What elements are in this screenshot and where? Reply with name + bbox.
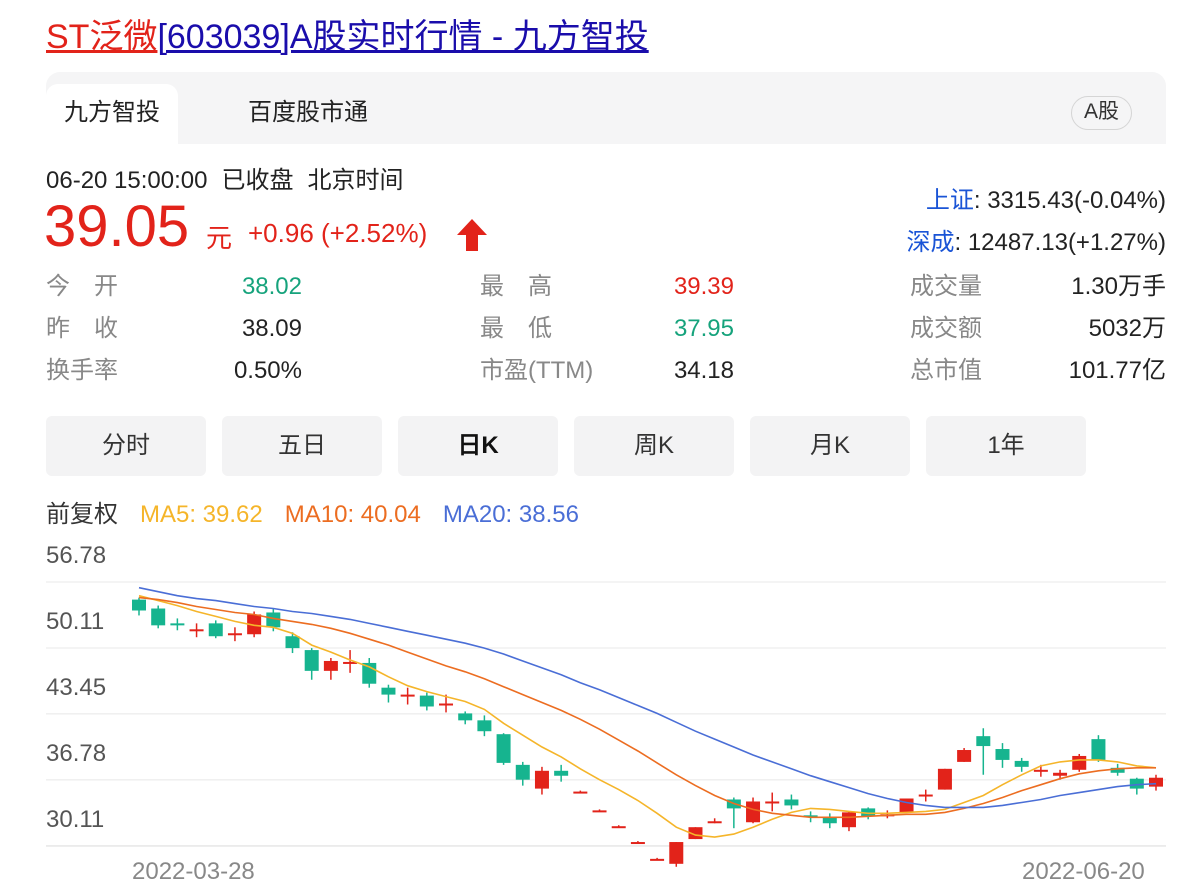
candle-body <box>669 842 684 864</box>
candle-body <box>323 660 338 671</box>
candle-body <box>573 791 588 794</box>
candle-body <box>630 842 645 845</box>
candle-body <box>937 768 952 790</box>
candle-body <box>1053 772 1068 776</box>
candle-body <box>957 750 972 762</box>
candle-body <box>189 629 204 632</box>
candle-body <box>650 858 665 861</box>
candle-body <box>515 764 530 780</box>
candle-body <box>746 801 761 823</box>
candle-body <box>1033 769 1048 772</box>
candle-body <box>841 812 856 828</box>
candle-body <box>170 623 185 626</box>
candle-body <box>439 703 454 706</box>
candle-body <box>822 817 837 824</box>
candle-body <box>1014 760 1029 767</box>
candle-body <box>765 801 780 804</box>
candle-body <box>784 799 799 806</box>
candle-body <box>554 770 569 776</box>
candle-body <box>304 650 319 671</box>
candle-body <box>534 770 549 789</box>
candle-body <box>477 720 492 732</box>
candle-body <box>496 734 511 763</box>
candle-body <box>1091 739 1106 760</box>
candle-body <box>899 798 914 813</box>
candle-body <box>227 633 242 636</box>
candle-body <box>151 608 166 626</box>
candle-body <box>458 713 473 721</box>
candle-body <box>381 687 396 695</box>
candle-body <box>707 821 722 824</box>
candle-body <box>1149 777 1163 787</box>
candle-body <box>918 794 933 797</box>
candle-body <box>419 695 434 707</box>
candle-body <box>976 736 991 747</box>
candle-body <box>400 694 415 697</box>
candle-body <box>285 636 300 649</box>
candle-body <box>995 749 1010 760</box>
ma5-line <box>138 594 1157 838</box>
candle-body <box>611 826 626 829</box>
candle-body <box>132 599 146 611</box>
candle-body <box>1072 755 1087 770</box>
candle-body <box>208 623 223 637</box>
kline-chart[interactable] <box>0 0 1196 896</box>
candle-body <box>592 810 607 813</box>
